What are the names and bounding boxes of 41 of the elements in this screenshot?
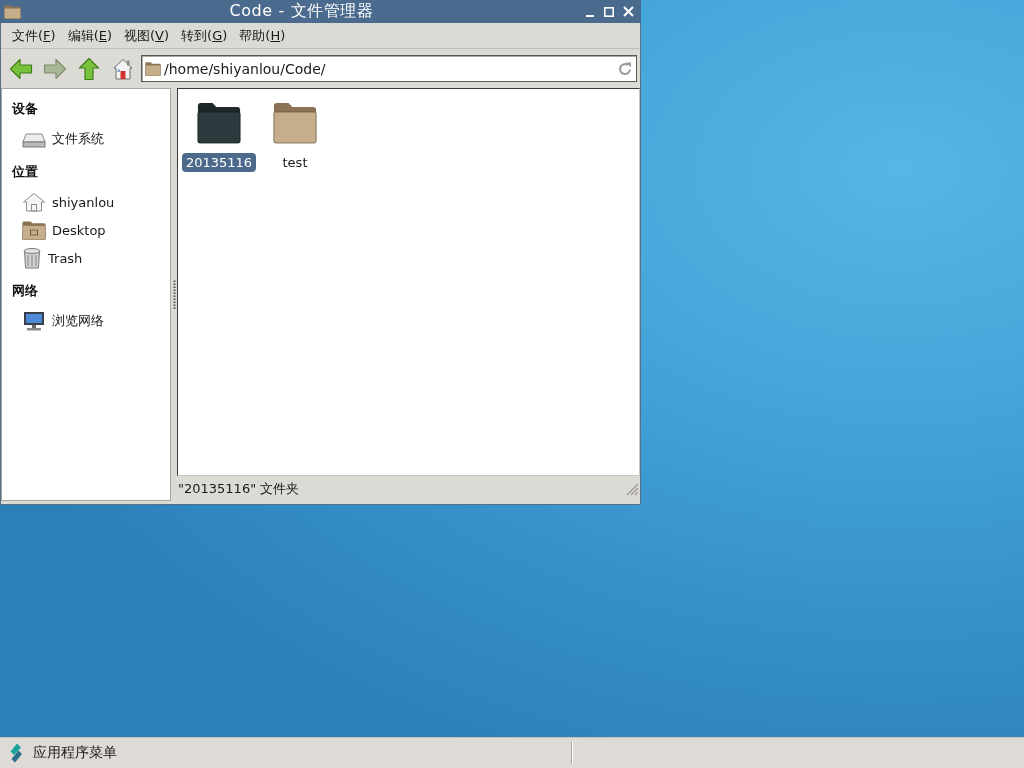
applications-menu-button[interactable]: 应用程序菜单: [0, 743, 117, 763]
reload-icon: [617, 60, 633, 77]
leaf-icon: [9, 743, 23, 763]
folder-icon: [197, 102, 241, 144]
folder-item[interactable]: 20135116: [181, 102, 257, 172]
arrow-up-icon: [77, 56, 101, 81]
house-icon: [111, 56, 135, 81]
status-text: "20135116" 文件夹: [178, 479, 300, 498]
section-heading: 位置: [10, 163, 39, 181]
sidebar-item[interactable]: shiyanlou: [2, 188, 170, 216]
location-field[interactable]: /home/shiyanlou/Code/: [141, 55, 637, 82]
menu-item[interactable]: 转到(G): [175, 24, 234, 47]
minimize-icon: [586, 14, 594, 17]
section-heading: 设备: [11, 100, 39, 118]
folder-icon: [4, 4, 21, 19]
reload-button[interactable]: [617, 60, 633, 77]
folder-icon: [273, 102, 317, 144]
sidebar-item[interactable]: Trash: [2, 244, 170, 272]
folder-icon: [22, 220, 46, 240]
maximize-icon: [604, 6, 614, 17]
arrow-right-icon: [43, 56, 67, 81]
sidebar-item[interactable]: 文件系统: [2, 125, 170, 153]
monitor-icon: [22, 311, 46, 331]
house-icon: [22, 192, 46, 212]
trash-icon: [22, 247, 42, 269]
menu-item[interactable]: 编辑(E): [61, 24, 118, 47]
menu-item[interactable]: 帮助(H): [233, 24, 292, 47]
folder-icon: [145, 61, 161, 76]
menu-item[interactable]: 视图(V): [118, 24, 176, 47]
resize-grip-icon[interactable]: [625, 481, 639, 496]
window-title: Code - 文件管理器: [229, 1, 374, 22]
menu-item[interactable]: 文件(F): [6, 24, 62, 47]
splitter-grip-icon[interactable]: [172, 279, 176, 310]
sidebar-item[interactable]: Desktop: [2, 216, 170, 244]
close-button[interactable]: [621, 4, 635, 19]
maximize-button[interactable]: [602, 4, 616, 19]
close-icon: [622, 6, 634, 17]
arrow-left-icon: [9, 56, 33, 81]
section-heading: 网络: [11, 282, 39, 300]
sidebar-item[interactable]: 浏览网络: [2, 307, 170, 335]
folder-item[interactable]: test: [257, 102, 333, 172]
